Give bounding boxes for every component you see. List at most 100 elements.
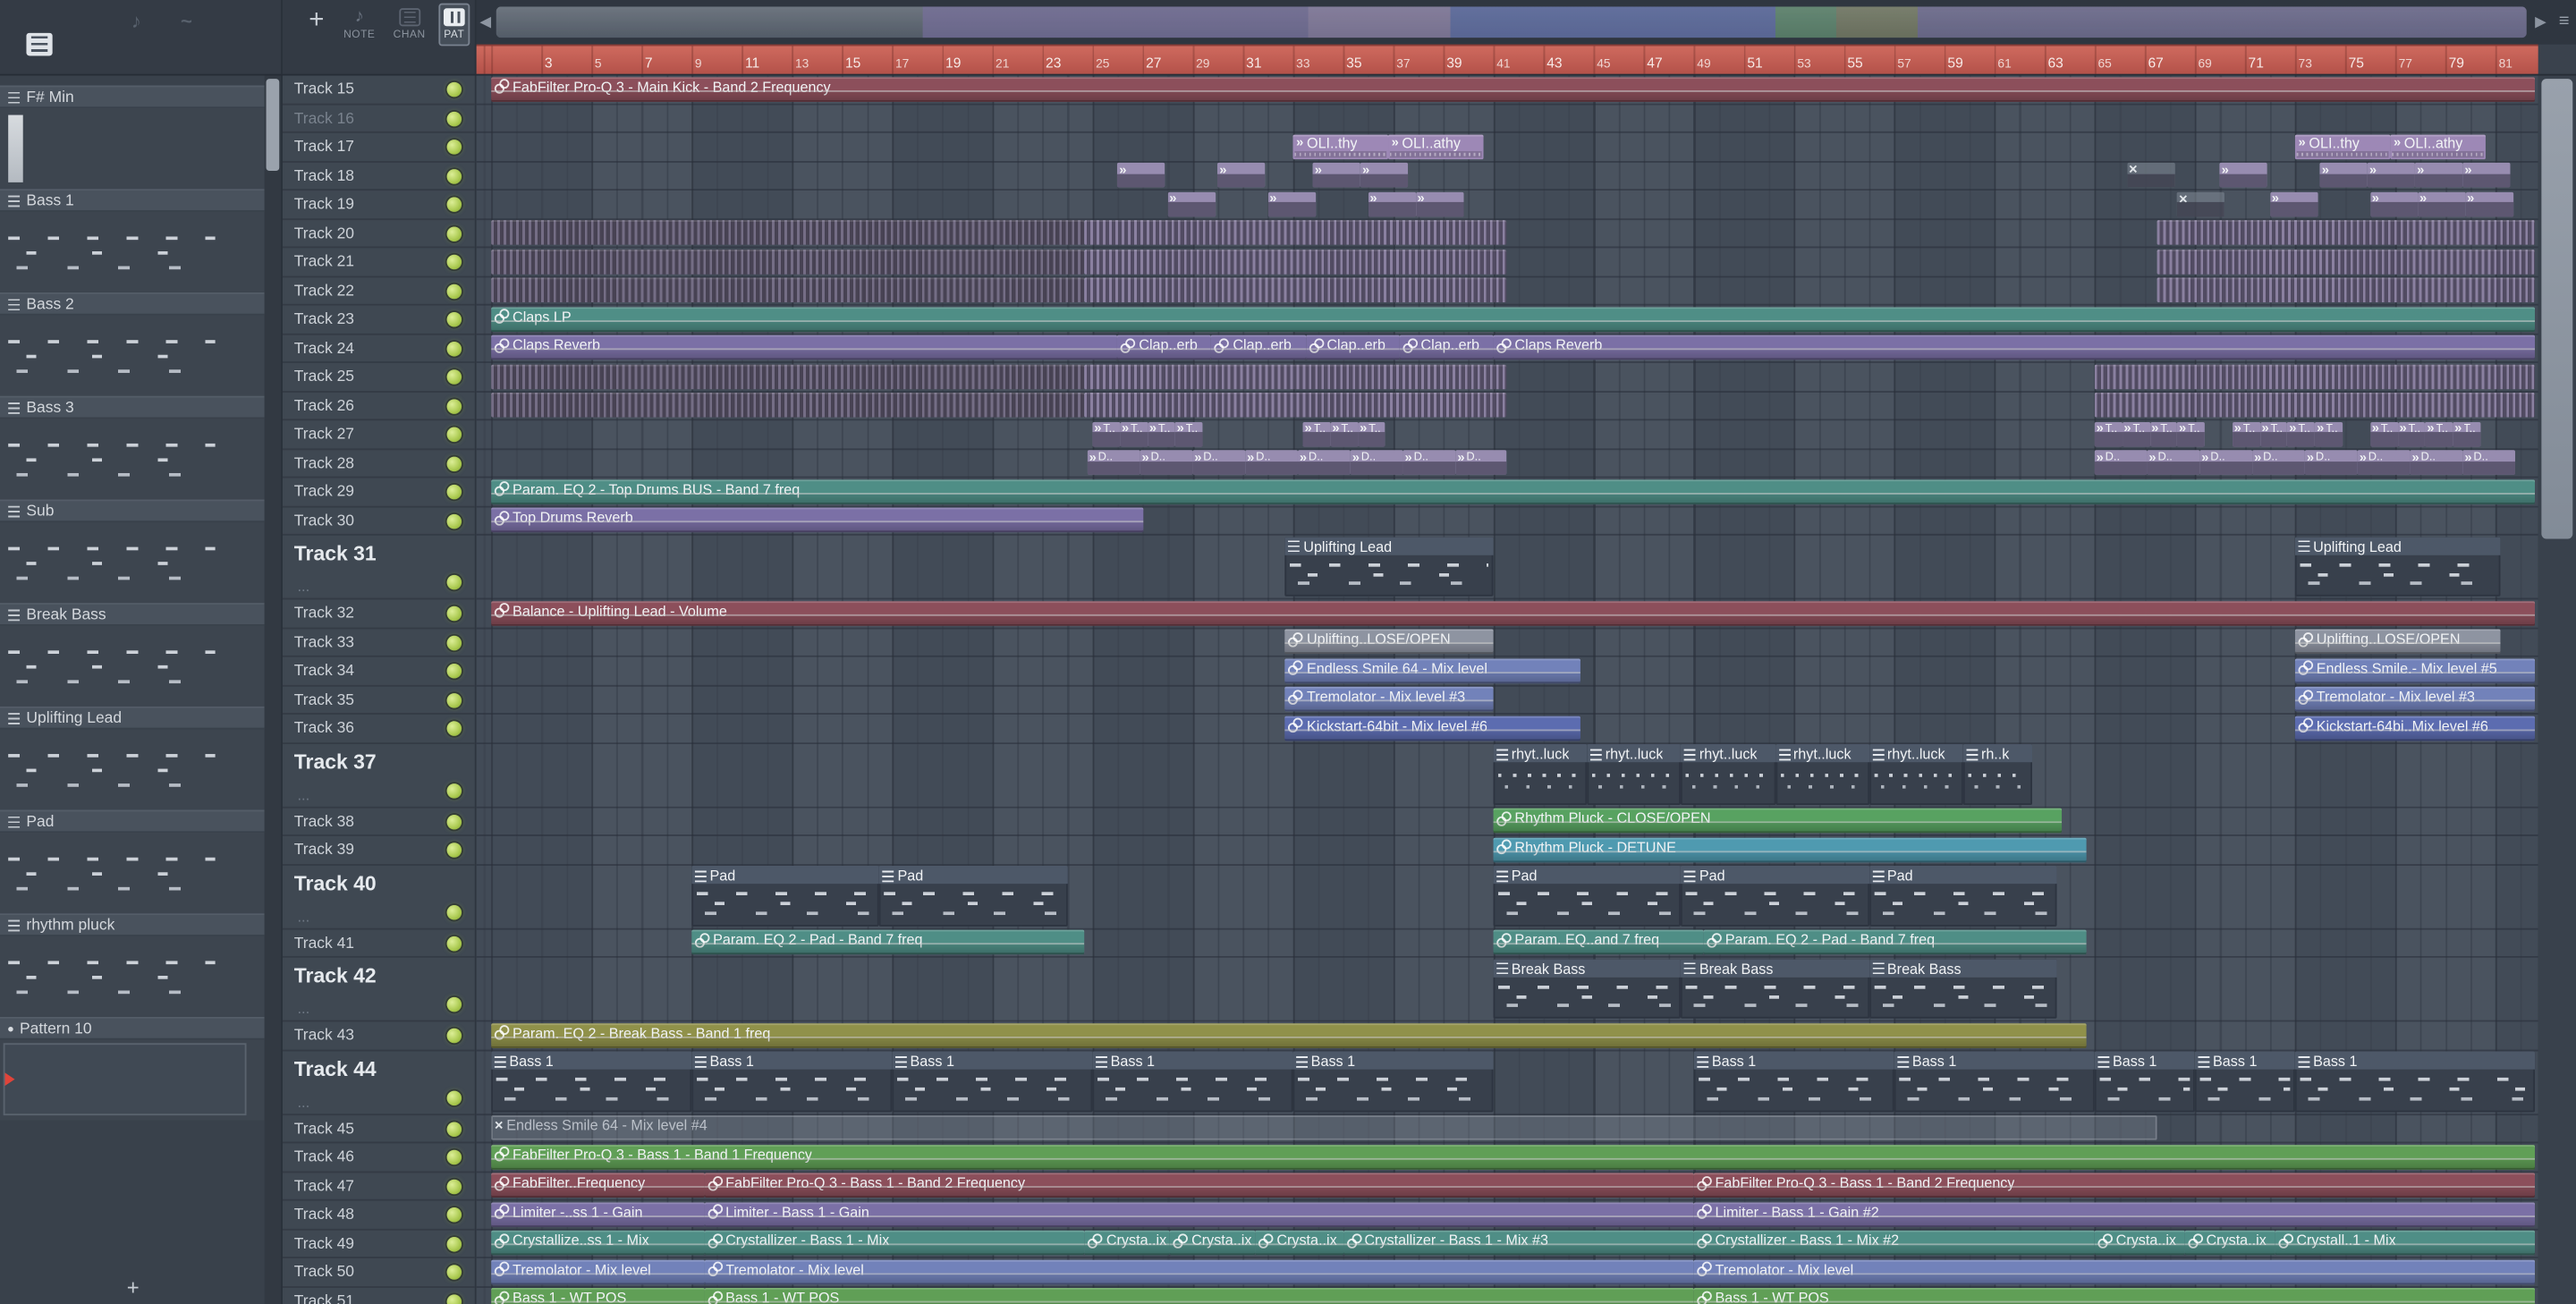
scroll-left-icon[interactable]: ◀: [479, 13, 491, 31]
clip[interactable]: »: [1217, 162, 1266, 188]
clip[interactable]: » OLI..athy: [1387, 133, 1484, 159]
clip[interactable]: »: [2415, 162, 2463, 188]
track-led[interactable]: [446, 1121, 462, 1137]
clip[interactable]: »: [2369, 191, 2419, 216]
picker-item[interactable]: rhythm pluck: [0, 913, 265, 1017]
track-header[interactable]: Track 39: [282, 836, 475, 866]
playlist-lane[interactable]: [476, 392, 2538, 421]
playlist-lane[interactable]: Uplifting..LOSE/OPEN Uplifting..LOSE/OPEN: [476, 629, 2538, 657]
track-header[interactable]: Track 24: [282, 334, 475, 363]
clip[interactable]: » T..: [2287, 421, 2316, 446]
clip[interactable]: » D..: [2147, 450, 2200, 475]
clip[interactable]: Bass 1: [1292, 1051, 1494, 1112]
track-header[interactable]: Track 40...: [282, 865, 475, 929]
track-led[interactable]: [446, 605, 462, 622]
clip[interactable]: Claps Reverb: [1493, 334, 2536, 360]
clip[interactable]: » D..: [1140, 450, 1193, 475]
clip[interactable]: Break Bass: [1493, 958, 1682, 1019]
track-header[interactable]: Track 17: [282, 133, 475, 162]
picker-item-preview[interactable]: [0, 625, 265, 707]
clip[interactable]: Bass 1: [1693, 1051, 1894, 1112]
clip[interactable]: »: [1368, 191, 1416, 216]
track-led[interactable]: [446, 1149, 462, 1165]
clip[interactable]: Tremolator - Mix level: [491, 1258, 705, 1284]
picker-tab-pat[interactable]: PAT: [438, 3, 470, 47]
picker-item-preview[interactable]: [0, 729, 265, 810]
track-header[interactable]: Track 29: [282, 478, 475, 507]
track-header[interactable]: Track 49: [282, 1230, 475, 1258]
clip[interactable]: »: [1117, 162, 1165, 188]
clip[interactable]: Top Drums Reverb: [491, 507, 1143, 533]
clip[interactable]: » D..: [1455, 450, 1506, 475]
clip[interactable]: Rhythm Pluck - CLOSE/OPEN: [1493, 808, 2063, 834]
playlist-lane[interactable]: Bass 1 - WT POS Bass 1 - WT POS Bass 1 - W…: [477, 1287, 2538, 1304]
clip[interactable]: » D..: [2305, 450, 2358, 475]
picker-item-label[interactable]: Bass 3: [0, 395, 265, 419]
track-led[interactable]: [446, 664, 462, 679]
clip[interactable]: Pad: [1493, 865, 1682, 926]
clip[interactable]: Crysta..ix: [1170, 1230, 1256, 1256]
track-header[interactable]: Track 47: [282, 1172, 475, 1201]
track-header[interactable]: Track 32: [282, 599, 475, 629]
clip[interactable]: Uplifting..LOSE/OPEN: [1285, 629, 1494, 655]
clip[interactable]: Tremolator - Mix level: [704, 1258, 1694, 1284]
clip[interactable]: » D..: [1402, 450, 1456, 475]
track-header[interactable]: Track 26: [282, 392, 475, 421]
playlist-lane[interactable]: » T..» T..» T..» T..» T..» T..» T..» T..» T..» T..…: [476, 420, 2538, 450]
clip[interactable]: [1084, 249, 1506, 274]
picker-item-label[interactable]: Break Bass: [0, 603, 265, 626]
clip[interactable]: rhyt..luck: [1587, 744, 1682, 805]
clip[interactable]: »: [2368, 162, 2416, 188]
clip[interactable]: » D..: [2462, 450, 2516, 475]
clip[interactable]: Param. EQ 2 - Break Bass - Band 1 freq: [491, 1022, 2088, 1047]
track-led[interactable]: [446, 283, 462, 299]
playlist-panel-icon[interactable]: [26, 32, 53, 56]
clip[interactable]: Crystallize..ss 1 - Mix: [491, 1230, 705, 1256]
scrollbar-thumb[interactable]: [496, 6, 2527, 38]
playlist-lane[interactable]: Pad Pad Pad Pad Pad: [476, 865, 2538, 929]
bar-ruler[interactable]: 3 5 7 9 11 13 15 17 19 21 23 25 27 29 31 33 35 37 39 41 43 45…: [476, 45, 2538, 74]
clip[interactable]: [1084, 392, 1506, 418]
picker-item-label[interactable]: Pattern 10: [0, 1016, 265, 1040]
clip[interactable]: Param. EQ..and 7 freq: [1493, 929, 1704, 955]
playlist-lane[interactable]: Bass 1 Bass 1 Bass 1 Bass 1 Bass 1 Bass 1 Bass…: [476, 1051, 2538, 1115]
clip[interactable]: Param. EQ 2 - Pad - Band 7 freq: [1703, 929, 2088, 955]
clip[interactable]: »: [1312, 162, 1361, 188]
clip[interactable]: FabFilter Pro-Q 3 - Main Kick - Band 2 F…: [491, 76, 2536, 101]
clip[interactable]: Tremolator - Mix level #3: [2294, 686, 2536, 712]
clip[interactable]: » D..: [1298, 450, 1351, 475]
clip[interactable]: Limiter -..ss 1 - Gain: [491, 1201, 705, 1227]
picker-item[interactable]: Bass 1: [0, 189, 265, 292]
picker-tab-note[interactable]: NOTE: [339, 4, 380, 47]
playlist-lane[interactable]: Rhythm Pluck - CLOSE/OPEN: [476, 808, 2538, 836]
clip[interactable]: » D..: [2410, 450, 2463, 475]
clip[interactable]: ×: [2177, 191, 2225, 216]
clip[interactable]: » OLI..athy: [2390, 133, 2486, 159]
playlist-lane[interactable]: Param. EQ 2 - Top Drums BUS - Band 7 fre…: [476, 478, 2538, 507]
picker-item-label[interactable]: rhythm pluck: [0, 913, 265, 936]
picker-item-label[interactable]: Uplifting Lead: [0, 706, 265, 730]
clip[interactable]: [1084, 220, 1506, 245]
track-header[interactable]: Track 42...: [282, 958, 475, 1022]
picker-item-preview[interactable]: [0, 1039, 265, 1121]
playlist-lane[interactable]: Tremolator - Mix level #3 Tremolator - Mi…: [476, 686, 2538, 715]
clip[interactable]: Claps LP: [491, 306, 2536, 332]
clip[interactable]: rhyt..luck: [1681, 744, 1775, 805]
playlist-lane[interactable]: [476, 363, 2538, 393]
picker-scrollbar[interactable]: [264, 75, 282, 1304]
clip[interactable]: Bass 1: [1092, 1051, 1293, 1112]
clip[interactable]: Bass 1 - WT POS: [1693, 1287, 2536, 1304]
track-header[interactable]: Track 15: [282, 75, 475, 105]
track-led[interactable]: [446, 311, 462, 327]
playlist-lane[interactable]: Claps Reverb Clap..erb Clap..erb Clap..erb C…: [476, 334, 2538, 363]
clip[interactable]: Uplifting Lead: [2294, 536, 2501, 597]
track-header[interactable]: Track 37...: [282, 743, 475, 808]
clip[interactable]: rhyt..luck: [1493, 744, 1588, 805]
playlist-lane[interactable]: [476, 105, 2538, 133]
picker-item-preview[interactable]: [0, 522, 265, 604]
picker-item[interactable]: Break Bass: [0, 603, 265, 707]
clip[interactable]: Crysta..ix: [1255, 1230, 1343, 1256]
clip[interactable]: Bass 1: [2294, 1051, 2536, 1112]
clip[interactable]: » T..: [2453, 421, 2481, 446]
clip[interactable]: » OLI..thy: [2294, 133, 2391, 159]
